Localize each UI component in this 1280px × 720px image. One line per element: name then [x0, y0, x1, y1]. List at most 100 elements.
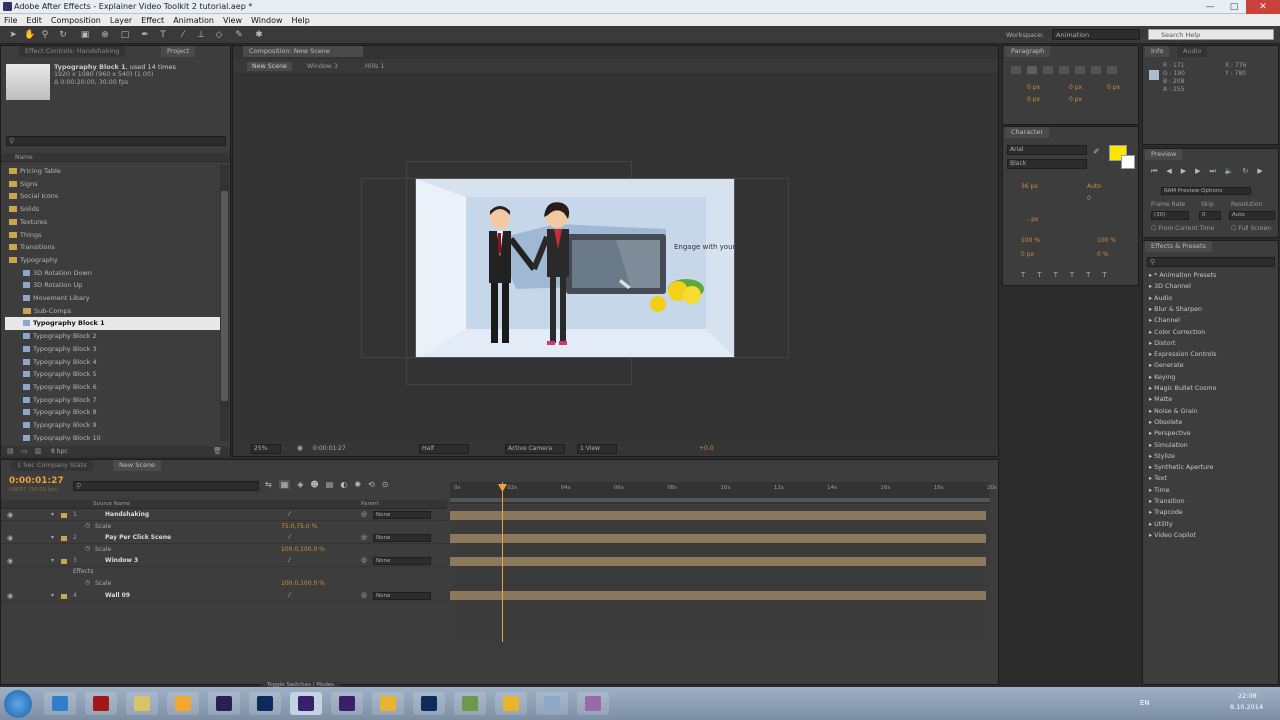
tab-comp-1-sec-company-stats[interactable]: 1 Sec Company Stats	[11, 460, 93, 471]
tab-effect-controls[interactable]: Effect Controls: Handshaking	[19, 46, 126, 57]
clone-tool-icon[interactable]: ⊥	[196, 30, 206, 40]
clock-date[interactable]: 8.10.2014	[1230, 703, 1263, 711]
breadcrumb-new-scene[interactable]: New Scene	[247, 62, 292, 71]
layer-row[interactable]: ◉ ▾ 2 Pay Per Click Scene ⁄ @ None	[1, 533, 447, 544]
taskbar-app-recorder[interactable]	[577, 692, 609, 715]
layer-name[interactable]: Pay Per Click Scene	[105, 534, 171, 541]
effects-category[interactable]: ▸ Color Correction	[1145, 327, 1205, 338]
new-folder-icon[interactable]: ▭	[21, 447, 28, 455]
clock-time[interactable]: 22:08	[1238, 692, 1257, 700]
visibility-eye-icon[interactable]: ◉	[7, 592, 13, 600]
project-item[interactable]: Typography Block 5	[5, 368, 220, 381]
last-frame-icon[interactable]: ⏭	[1209, 167, 1215, 176]
project-item[interactable]: Movement Libary	[5, 292, 220, 305]
project-item[interactable]: Typography Block 4	[5, 356, 220, 369]
effects-category[interactable]: ▸ Blur & Sharpen	[1145, 304, 1202, 315]
property-value[interactable]: 100.0,100.0 %	[281, 546, 325, 553]
camera-snapshot-icon[interactable]: ◉	[297, 444, 303, 452]
pen-switch-icon[interactable]: ⁄	[289, 533, 290, 541]
project-search-input[interactable]: ⚲	[6, 136, 226, 146]
project-item[interactable]: Sub-Comps	[5, 305, 220, 318]
pen-switch-icon[interactable]: ⁄	[289, 510, 290, 518]
project-scrollbar[interactable]	[220, 165, 229, 441]
taskbar-app-landscape[interactable]	[454, 692, 486, 715]
effects-category[interactable]: ▸ Trapcode	[1145, 507, 1183, 518]
workspace-select[interactable]: Animation	[1052, 29, 1140, 40]
from-current-time-checkbox[interactable]: ☐ From Current Time	[1151, 225, 1214, 232]
menu-edit[interactable]: Edit	[26, 16, 42, 25]
label-color-icon[interactable]	[61, 559, 67, 564]
puppet-tool-icon[interactable]: ✱	[254, 30, 264, 40]
eyedropper-icon[interactable]: ✐	[1093, 147, 1100, 156]
parent-select[interactable]: None	[373, 591, 431, 600]
space-before-value[interactable]: 0 px	[1027, 96, 1040, 103]
brush-tool-icon[interactable]: ⁄	[178, 30, 188, 40]
effects-category[interactable]: ▸ Expression Controls	[1145, 349, 1216, 360]
hand-tool-icon[interactable]: ✋	[24, 30, 35, 40]
effects-category[interactable]: ▸ Magic Bullet Cosmo	[1145, 383, 1216, 394]
tracking-value[interactable]: 0	[1087, 195, 1091, 202]
project-item[interactable]: Typography Block 1	[5, 317, 220, 331]
layer-row[interactable]: ◉ ▾ 4 Wall 09 ⁄ @ None	[1, 591, 447, 602]
property-row[interactable]: ◷ Scale 75.0,75.0 %	[1, 522, 447, 533]
breadcrumb-window-3[interactable]: Window 3	[307, 63, 338, 70]
effects-category[interactable]: ▸ Audio	[1145, 293, 1172, 304]
layer-name[interactable]: Window 3	[105, 557, 138, 564]
stroke-width-value[interactable]: - px	[1027, 216, 1038, 223]
leading-value[interactable]: Auto	[1087, 183, 1101, 190]
menu-animation[interactable]: Animation	[173, 16, 214, 25]
pen-tool-icon[interactable]: ✒	[140, 30, 150, 40]
view-layout-select[interactable]: 1 View	[577, 444, 617, 454]
small-caps-icon[interactable]: T	[1070, 271, 1074, 279]
space-after-value[interactable]: 0 px	[1069, 96, 1082, 103]
effects-category[interactable]: ▸ Noise & Grain	[1145, 406, 1198, 417]
minimize-button[interactable]: —	[1198, 0, 1222, 14]
menu-composition[interactable]: Composition	[51, 16, 101, 25]
label-color-icon[interactable]	[61, 513, 67, 518]
effects-category[interactable]: ▸ Matte	[1145, 394, 1172, 405]
menu-view[interactable]: View	[223, 16, 242, 25]
mask-tool-icon[interactable]: □	[120, 30, 130, 40]
effects-category[interactable]: ▸ Video Copilot	[1145, 530, 1196, 541]
layer-1-bar[interactable]	[450, 511, 986, 520]
taskbar-app-acrobat[interactable]	[85, 692, 117, 715]
viewer-timecode[interactable]: 0:00:01:27	[313, 445, 346, 452]
taskbar-app-chrome[interactable]	[372, 692, 404, 715]
parent-pickwhip-icon[interactable]: @	[361, 557, 367, 564]
draft-3d-icon[interactable]: ◈	[297, 480, 303, 489]
project-item[interactable]: Social Icons	[5, 190, 220, 203]
exposure-value[interactable]: +0.0	[699, 445, 714, 452]
taskbar-app-ie[interactable]	[44, 692, 76, 715]
layer-row[interactable]: ◉ ▾ 1 Handshaking ⁄ @ None	[1, 510, 447, 521]
project-item[interactable]: Signs	[5, 178, 220, 191]
effects-category[interactable]: ▸ Time	[1145, 485, 1170, 496]
tab-preview[interactable]: Preview	[1145, 149, 1183, 160]
taskbar-app-aftereffects[interactable]	[331, 692, 363, 715]
preview-resolution-select[interactable]: Auto	[1229, 211, 1275, 220]
language-indicator[interactable]: EN	[1140, 699, 1150, 707]
effects-category[interactable]: ▸ Channel	[1145, 315, 1180, 326]
effects-category[interactable]: ▸ * Animation Presets	[1145, 270, 1216, 281]
faux-italic-icon[interactable]: T	[1037, 271, 1041, 279]
pen-switch-icon[interactable]: ⁄	[289, 556, 290, 564]
twirl-arrow-icon[interactable]: ▾	[51, 511, 54, 518]
search-help-input[interactable]: Search Help	[1148, 29, 1274, 40]
tab-character[interactable]: Character	[1005, 127, 1050, 138]
play-icon[interactable]: ▶	[1181, 167, 1186, 176]
parent-select[interactable]: None	[373, 557, 431, 565]
type-tool-icon[interactable]: T	[158, 30, 168, 40]
effects-category[interactable]: ▸ Obsolete	[1145, 417, 1182, 428]
vertical-scale-value[interactable]: 100 %	[1021, 237, 1040, 244]
hide-shy-icon[interactable]: ☻	[310, 480, 318, 489]
taskbar-app-photoshop2[interactable]	[413, 692, 445, 715]
effects-category[interactable]: ▸ Perspective	[1145, 428, 1191, 439]
project-item[interactable]: Transitions	[5, 241, 220, 254]
auto-keyframe-icon[interactable]: ⟲	[368, 480, 375, 489]
effects-group[interactable]: Effects	[73, 568, 93, 575]
subscript-icon[interactable]: T	[1102, 271, 1106, 279]
parent-pickwhip-icon[interactable]: @	[361, 534, 367, 541]
taskbar-app-animate[interactable]	[208, 692, 240, 715]
close-button[interactable]: ✕	[1246, 0, 1280, 14]
layer-3-bar[interactable]	[450, 557, 986, 566]
label-color-icon[interactable]	[61, 593, 67, 599]
